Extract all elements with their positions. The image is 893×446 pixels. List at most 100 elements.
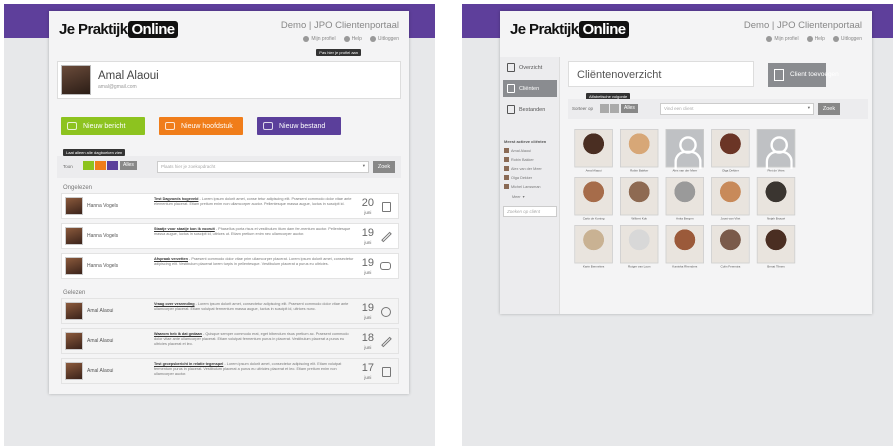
client-name: Robin Bakker [630, 169, 649, 173]
recent-client[interactable]: Olga Dekker [504, 175, 532, 180]
client-tile[interactable]: Joost van Vliet [711, 177, 750, 223]
help-icon [806, 36, 813, 42]
logout-link[interactable]: Uitloggen [832, 36, 862, 42]
unread-heading: Ongelezen [63, 185, 93, 191]
avatar [504, 148, 509, 153]
recent-client[interactable]: Alex van der Meer [504, 166, 542, 171]
client-tile[interactable]: Kanisha Rhenders [665, 225, 704, 271]
list-item[interactable]: Hanna Vogels Afspraak verzetten - Praese… [61, 253, 399, 279]
portal-title: Demo | JPO Clientenportaal [280, 20, 399, 31]
top-links: Mijn profiel Help Uitloggen [766, 36, 862, 42]
avatar [504, 184, 509, 189]
recent-client[interactable]: Amal Alaoui [504, 148, 531, 153]
chevron-down-icon[interactable]: ▾ [808, 105, 810, 111]
client-tile[interactable]: Benat Tilmes [756, 225, 796, 271]
list-item[interactable]: Amal Alaoui Vraag over verzending - Lore… [61, 298, 399, 324]
client-photo [711, 177, 750, 216]
read-heading: Gelezen [63, 290, 86, 296]
sidebar-item-clients[interactable]: Cliënten [503, 80, 557, 97]
user-icon [303, 36, 310, 42]
filter-tooltip: Laat alleen alle dagboeken zien [63, 149, 126, 156]
client-tile[interactable]: Karin Bennekes [574, 225, 613, 271]
client-tile[interactable]: Olga Dekker [711, 129, 750, 175]
list-item[interactable]: Hanna Vogels Test Dagvoeds hogeveld - Lo… [61, 193, 399, 219]
list-item[interactable]: Hanna Vogels Staatje voor staatje kon ik… [61, 223, 399, 249]
client-tile[interactable]: Piet de Vries [756, 129, 796, 175]
client-tile[interactable]: Robin Bakker [620, 129, 659, 175]
logout-link[interactable]: Uitloggen [369, 36, 399, 42]
sidebar-search-input[interactable]: Zoeken op cliënt [503, 206, 557, 217]
search-input[interactable]: Plaats hier je zoekopdracht ▾ [157, 161, 369, 173]
logout-icon [832, 36, 839, 42]
pen-icon [381, 231, 392, 243]
search-button[interactable]: Zoek [818, 103, 840, 115]
list-item[interactable]: Amal Alaoui Test groepsbericht in relati… [61, 358, 399, 384]
sort-lock[interactable] [610, 104, 619, 113]
chevron-down-icon[interactable]: ▾ [363, 163, 365, 169]
client-photo [756, 225, 796, 264]
client-photo [574, 177, 613, 216]
recent-heading: Meest actieve cliënten [504, 139, 547, 144]
client-photo [665, 177, 704, 216]
more-link[interactable]: Meer ▾ [512, 194, 525, 200]
client-tile[interactable]: Amal Alaoui [574, 129, 613, 175]
dashboard-window: Je Praktijk Online Demo | JPO Clientenpor… [49, 11, 409, 394]
filter-files[interactable] [107, 161, 118, 170]
search-button[interactable]: Zoek [373, 161, 395, 173]
user-email: amal@gmail.com [98, 84, 137, 90]
sort-alpha[interactable] [600, 104, 609, 113]
filter-all[interactable]: Alles [120, 161, 137, 170]
client-tile[interactable]: Colin Feenstra [711, 225, 750, 271]
new-file-button[interactable]: Nieuw bestand [257, 117, 341, 135]
recent-client[interactable]: Robin Bakker [504, 157, 534, 162]
portal-title: Demo | JPO Clientenportaal [743, 20, 862, 31]
client-photo [620, 129, 659, 168]
client-name: Kanisha Rhenders [672, 265, 698, 269]
client-tile[interactable]: Anita Bergen [665, 177, 704, 223]
client-search-input[interactable]: Vind een client ▾ [660, 103, 814, 115]
filter-messages[interactable] [83, 161, 94, 170]
file-icon [263, 122, 273, 130]
client-name: Piet de Vries [767, 169, 785, 173]
dashboard-panel: Je Praktijk Online Demo | JPO Clientenpor… [4, 4, 435, 446]
new-chapter-button[interactable]: Nieuw hoofdstuk [159, 117, 243, 135]
list-item[interactable]: Amal Alaoui Waarom heb ik dat gedaan - Q… [61, 328, 399, 354]
client-name: Alex van der Meer [672, 169, 698, 173]
help-link[interactable]: Help [806, 36, 825, 42]
car-icon [380, 262, 391, 270]
placeholder-avatar-icon [665, 129, 704, 169]
new-message-button[interactable]: Nieuw bericht [61, 117, 145, 135]
sort-all[interactable]: Alles [621, 104, 638, 113]
profile-link[interactable]: Mijn profiel [766, 36, 799, 42]
avatar [65, 302, 83, 320]
chat-icon [381, 307, 391, 317]
client-photo [665, 225, 704, 264]
pen-icon [381, 336, 392, 348]
avatar [504, 157, 509, 162]
logo[interactable]: Je Praktijk Online [59, 21, 178, 38]
client-tile[interactable]: Wilbert Kok [620, 177, 659, 223]
client-tile[interactable]: Alex van der Meer [665, 129, 704, 175]
clients-window: Je Praktijk Online Demo | JPO Clientenpor… [500, 11, 872, 314]
avatar [504, 166, 509, 171]
client-photo [574, 225, 613, 264]
avatar [65, 257, 83, 275]
help-link[interactable]: Help [343, 36, 362, 42]
client-photo [574, 129, 613, 168]
pen-icon [165, 122, 175, 130]
client-name: Amal Alaoui [585, 169, 602, 173]
add-client-button[interactable]: Client toevoegen [768, 63, 839, 87]
client-tile[interactable]: Nejah Brouwi [756, 177, 796, 223]
profile-link[interactable]: Mijn profiel [303, 36, 336, 42]
file-icon [507, 105, 515, 114]
filter-chapters[interactable] [95, 161, 106, 170]
sidebar-item-files[interactable]: Bestanden [503, 101, 557, 118]
client-tile[interactable]: Rutger van Loon [620, 225, 659, 271]
recent-client[interactable]: Michel Lanssman [504, 184, 541, 189]
sort-label: Sorteer op [572, 106, 594, 111]
logo[interactable]: Je Praktijk Online [510, 21, 629, 38]
client-name: Wilbert Kok [631, 217, 647, 221]
show-label: Toon [63, 164, 73, 169]
client-tile[interactable]: Carlo de Koning [574, 177, 613, 223]
sidebar-item-overview[interactable]: Overzicht [503, 59, 557, 76]
